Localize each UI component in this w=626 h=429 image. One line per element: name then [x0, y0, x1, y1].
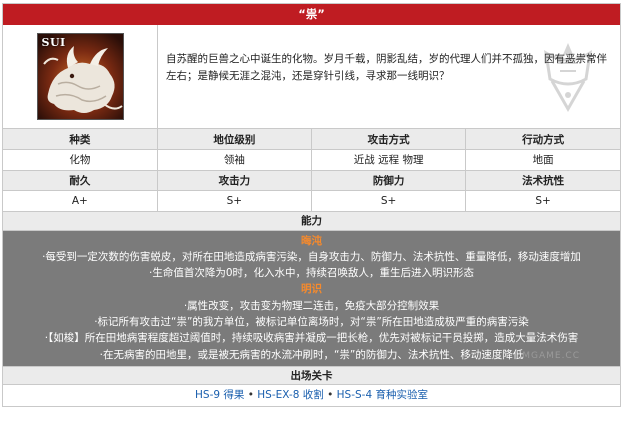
ability-line: ·标记所有攻击过“祟”的我方单位，被标记单位离场时，对“祟”所在田地造成极严重的… — [94, 315, 529, 328]
stat-value: S+ — [465, 190, 620, 212]
description-cell: 自苏醒的巨兽之心中诞生的化物。岁月千载，阴影乱结，岁的代理人们并不孤独，因有恶祟… — [158, 25, 620, 128]
stat-value: S+ — [311, 190, 467, 212]
enemy-portrait[interactable]: SUI — [36, 33, 124, 120]
stage-separator: • — [247, 388, 254, 401]
stat-header: 种类 — [3, 129, 158, 150]
intro-row: SUI 自苏醒的巨兽之心中诞生的化物。岁月千载，阴影乱结，岁的代理人们并不孤独，… — [3, 25, 620, 129]
stat-header: 攻击方式 — [311, 129, 467, 150]
stat-value: 地面 — [465, 149, 620, 171]
enemy-title: “祟” — [3, 4, 620, 25]
stat-value: 化物 — [3, 149, 158, 171]
stat-value: 领袖 — [157, 149, 313, 171]
stage-separator: • — [327, 388, 334, 401]
stat-value: A+ — [3, 190, 158, 212]
stats-header-row-2: 耐久 攻击力 防御力 法术抗性 — [3, 170, 620, 191]
enemy-info-card: “祟” SUI 自苏醒的巨兽之心中诞生的化物。岁月千载，阴影乱结，岁的代理人们并… — [2, 3, 621, 407]
stage-link-hs-9[interactable]: HS-9 得果 — [195, 389, 244, 401]
stat-header: 行动方式 — [465, 129, 620, 150]
stages-row: HS-9 得果 • HS-EX-8 收割 • HS-S-4 育种实验室 — [3, 385, 620, 406]
enemy-description: 自苏醒的巨兽之心中诞生的化物。岁月千载，阴影乱结，岁的代理人们并不孤独，因有恶祟… — [166, 53, 607, 82]
ability-line: ·【如梭】所在田地病害程度超过阈值时，持续吸收病害并凝成一把长枪，优先对被标记干… — [44, 332, 579, 345]
phase2-title: 明识 — [301, 283, 322, 296]
phase1-title: 晦沌 — [301, 234, 322, 247]
stats-value-row-1: 化物 领袖 近战 远程 物理 地面 — [3, 149, 620, 171]
stat-header: 攻击力 — [157, 170, 313, 191]
stages-header: 出场关卡 — [3, 365, 620, 385]
stat-header: 地位级别 — [157, 129, 313, 150]
stat-value: S+ — [157, 190, 313, 212]
site-watermark: MGAME.CC — [522, 350, 580, 361]
ability-line: ·属性改变，攻击变为物理二连击，免疫大部分控制效果 — [183, 299, 440, 312]
ability-line: ·每受到一定次数的伤害蜕皮，对所在田地造成病害污染，自身攻击力、防御力、法术抗性… — [42, 250, 581, 263]
abilities-panel: 晦沌 ·每受到一定次数的伤害蜕皮，对所在田地造成病害污染，自身攻击力、防御力、法… — [3, 230, 620, 366]
stat-header: 耐久 — [3, 170, 158, 191]
portrait-cell: SUI — [3, 25, 158, 128]
stat-value: 近战 远程 物理 — [311, 149, 467, 171]
stage-link-hs-s-4[interactable]: HS-S-4 育种实验室 — [337, 389, 428, 401]
stat-header: 防御力 — [311, 170, 467, 191]
stats-value-row-2: A+ S+ S+ S+ — [3, 190, 620, 212]
stat-header: 法术抗性 — [465, 170, 620, 191]
ability-line: ·生命值首次降为0时，化入水中，持续召唤敌人，重生后进入明识形态 — [148, 267, 475, 280]
stage-link-hs-ex-8[interactable]: HS-EX-8 收割 — [257, 389, 323, 401]
portrait-tag: SUI — [41, 36, 66, 49]
stats-header-row-1: 种类 地位级别 攻击方式 行动方式 — [3, 129, 620, 150]
abilities-header: 能力 — [3, 211, 620, 231]
stats-table: 种类 地位级别 攻击方式 行动方式 化物 领袖 近战 远程 物理 地面 耐久 攻… — [3, 129, 620, 212]
